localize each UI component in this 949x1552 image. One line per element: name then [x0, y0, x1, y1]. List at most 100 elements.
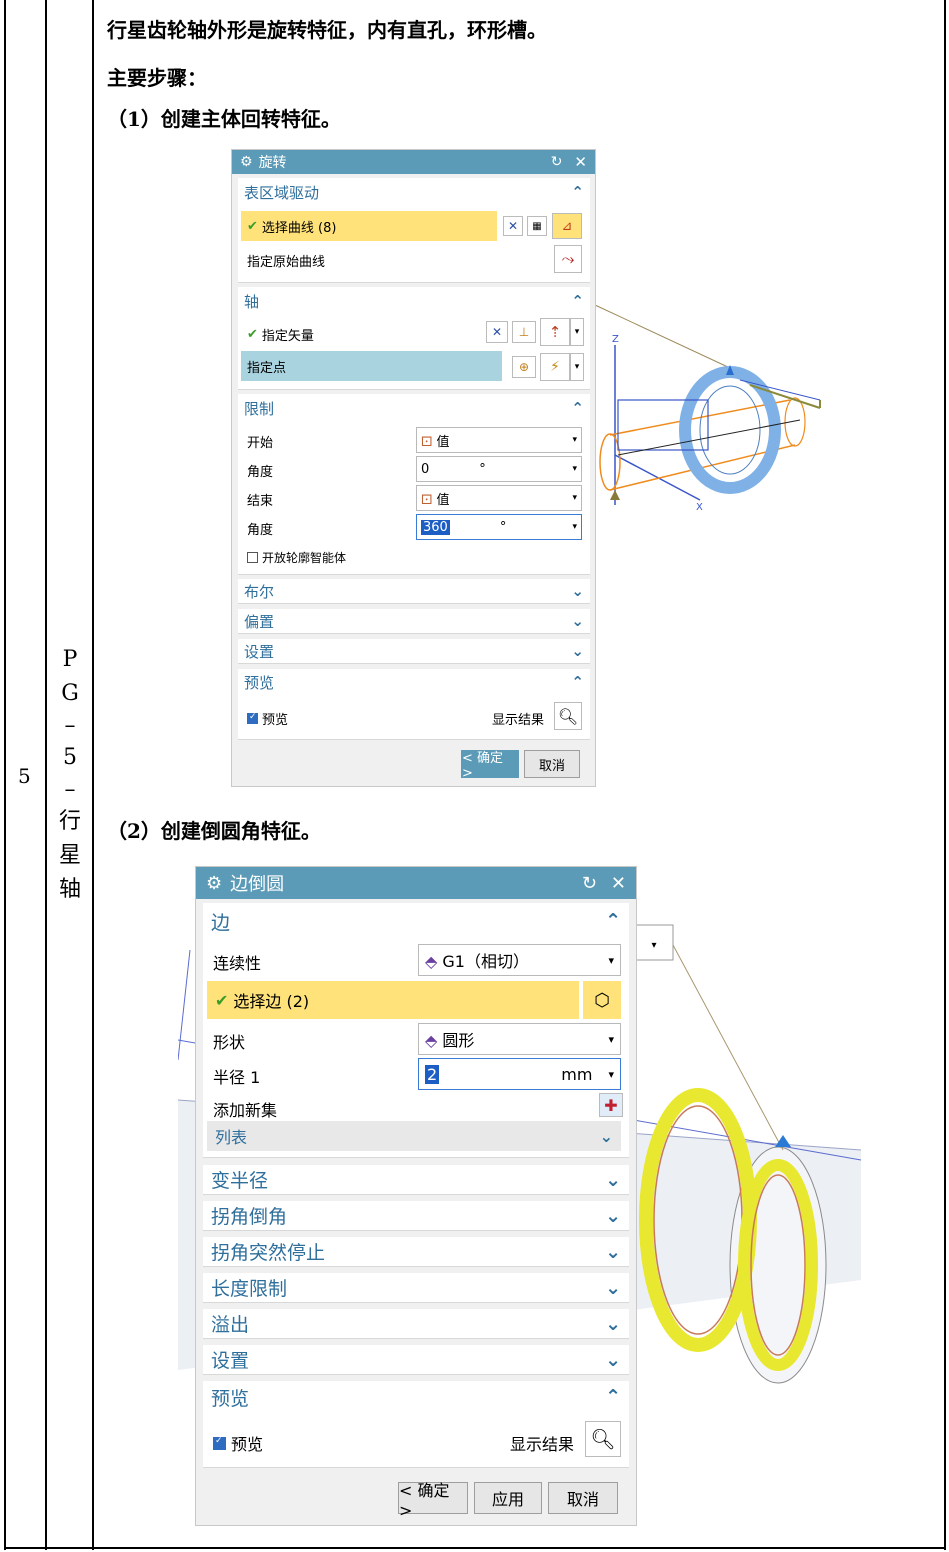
- start-select[interactable]: ⚀ 值 ▾: [416, 427, 582, 453]
- point-dialog-icon[interactable]: ⊕: [512, 356, 536, 378]
- sketch-section-icon[interactable]: ⊿: [552, 213, 582, 239]
- axis-z-label: Z: [612, 334, 619, 345]
- section-limit-panel: 限制 ⌃ 开始 ⚀ 值 ▾ 角度 0 ° ▾ 结束 ⚀ 值 ▾ 角度 360 °…: [238, 394, 590, 575]
- point-type-icon[interactable]: ⚡: [540, 353, 570, 381]
- section-title: 变半径: [211, 1170, 269, 1192]
- reset-icon[interactable]: ↻: [582, 873, 597, 894]
- angle2-input[interactable]: 360 ° ▾: [416, 514, 582, 540]
- start-value: 值: [436, 434, 450, 450]
- cancel-button[interactable]: 取消: [524, 750, 580, 778]
- check-icon: ✔: [247, 327, 258, 342]
- preview-checkbox-row[interactable]: 预览: [247, 709, 288, 728]
- limit-value-icon: ⚀: [421, 434, 433, 450]
- section-preview-header[interactable]: 预览 ⌃: [203, 1381, 629, 1413]
- curve-rule-icon[interactable]: ✕: [503, 216, 523, 236]
- open-profile-label: 开放轮廓智能体: [262, 551, 347, 565]
- chevron-down-icon[interactable]: ▾: [570, 353, 584, 381]
- section-offset-header[interactable]: 偏置 ⌄: [238, 609, 590, 634]
- revolve-dialog: ⚙ 旋转 ↻ ✕ 表区域驱动 ⌃ ✔ 选择曲线 (8) ✕ ▦ ⊿ 指定原始曲线…: [231, 149, 596, 787]
- revolve-dialog-titlebar: ⚙ 旋转 ↻ ✕: [232, 150, 595, 174]
- ok-button[interactable]: < 确定 >: [461, 750, 519, 781]
- section-axis-header[interactable]: 轴 ⌃: [238, 287, 590, 315]
- section-title: 拐角倒角: [211, 1206, 288, 1228]
- preview-checkbox[interactable]: [247, 712, 258, 724]
- continuity-select[interactable]: ⬘ G1（相切） ▾: [418, 944, 621, 976]
- magnifier-icon[interactable]: 🔍︎: [585, 1421, 621, 1457]
- axis-x-label: X: [696, 502, 703, 513]
- section-overflow-header[interactable]: 溢出 ⌄: [203, 1309, 629, 1339]
- chevron-up-icon: ⌃: [605, 910, 621, 932]
- section-length-limit-header[interactable]: 长度限制 ⌄: [203, 1273, 629, 1303]
- dialog-title: 边倒圆: [230, 874, 285, 895]
- open-profile-checkbox-row[interactable]: 开放轮廓智能体: [247, 549, 346, 566]
- cancel-button[interactable]: 取消: [548, 1482, 618, 1514]
- list-header[interactable]: 列表 ⌄: [207, 1121, 621, 1151]
- orig-curve-icon[interactable]: ⤳: [554, 245, 582, 273]
- section-limit-header[interactable]: 限制 ⌃: [238, 394, 590, 422]
- chevron-down-icon: ▾: [608, 1067, 614, 1081]
- chevron-down-icon: ⌄: [605, 1240, 621, 1263]
- apply-button[interactable]: 应用: [474, 1482, 542, 1514]
- section-region-panel: 表区域驱动 ⌃ ✔ 选择曲线 (8) ✕ ▦ ⊿ 指定原始曲线 ⤳: [238, 178, 590, 283]
- reverse-direction-icon[interactable]: ✕: [486, 321, 508, 343]
- part-code-char: 星: [58, 843, 81, 868]
- part-code-char: –: [64, 777, 76, 802]
- end-select[interactable]: ⚀ 值 ▾: [416, 485, 582, 511]
- vector-type-icon[interactable]: ⇡: [540, 318, 570, 346]
- magnifier-icon[interactable]: 🔍︎: [554, 702, 582, 730]
- angle2-value: 360: [421, 519, 450, 535]
- section-title: 长度限制: [211, 1278, 288, 1300]
- section-region-header[interactable]: 表区域驱动 ⌃: [238, 178, 590, 206]
- reset-icon[interactable]: ↻: [551, 154, 563, 170]
- close-icon[interactable]: ✕: [611, 873, 626, 894]
- select-curve-row[interactable]: ✔ 选择曲线 (8): [241, 211, 497, 241]
- chevron-down-icon[interactable]: ▾: [570, 318, 584, 346]
- radius-input[interactable]: 2 mm ▾: [418, 1058, 621, 1090]
- part-code-char: 轴: [58, 877, 81, 902]
- chevron-down-icon: ⌄: [605, 1204, 621, 1227]
- show-result-label: 显示结果: [492, 713, 545, 728]
- svg-text:▾: ▾: [651, 940, 656, 951]
- section-bool-header[interactable]: 布尔 ⌄: [238, 579, 590, 604]
- chevron-up-icon: ⌃: [571, 673, 584, 691]
- radius-value: 2: [425, 1064, 440, 1084]
- vector-dialog-icon[interactable]: ⊥: [512, 321, 536, 343]
- close-icon[interactable]: ✕: [574, 153, 587, 171]
- chevron-down-icon: ⌄: [571, 642, 584, 660]
- select-edge-row[interactable]: ✔ 选择边 (2): [207, 981, 579, 1019]
- section-edge-header[interactable]: 边 ⌃: [203, 903, 629, 939]
- open-profile-checkbox[interactable]: [247, 552, 258, 563]
- section-title: 表区域驱动: [244, 183, 320, 202]
- table-left-border: [4, 0, 6, 1550]
- section-settings-header[interactable]: 设置 ⌄: [238, 639, 590, 664]
- specify-point-row[interactable]: 指定点: [241, 351, 502, 381]
- section-settings-header[interactable]: 设置 ⌄: [203, 1345, 629, 1375]
- chevron-up-icon: ⌃: [571, 292, 584, 310]
- end-label: 结束: [247, 494, 274, 509]
- curve-filter-icon[interactable]: ▦: [527, 216, 547, 236]
- preview-label: 预览: [231, 1435, 264, 1454]
- table-col2-border: [92, 0, 94, 1550]
- preview-checkbox[interactable]: [213, 1436, 226, 1450]
- step2-heading: （2）创建倒圆角特征。: [107, 819, 321, 843]
- specify-vector-row[interactable]: ✔ 指定矢量: [247, 325, 314, 344]
- specify-vector-label: 指定矢量: [261, 329, 314, 344]
- angle1-label: 角度: [247, 465, 274, 480]
- add-set-icon[interactable]: ✚: [599, 1093, 623, 1117]
- section-title: 预览: [244, 673, 275, 692]
- chevron-down-icon: ⌄: [605, 1276, 621, 1299]
- section-corner-stop-header[interactable]: 拐角突然停止 ⌄: [203, 1237, 629, 1267]
- angle1-input[interactable]: 0 ° ▾: [416, 456, 582, 482]
- section-corner-chamfer-header[interactable]: 拐角倒角 ⌄: [203, 1201, 629, 1231]
- section-var-radius-header[interactable]: 变半径 ⌄: [203, 1165, 629, 1195]
- cube-icon[interactable]: ⬡: [583, 981, 621, 1019]
- chevron-down-icon: ⌄: [599, 1126, 613, 1146]
- select-edge-label: 选择边 (2): [233, 992, 310, 1011]
- chevron-down-icon: ⌄: [605, 1312, 621, 1335]
- preview-checkbox-row[interactable]: 预览: [213, 1431, 263, 1455]
- ok-button[interactable]: < 确定 >: [398, 1481, 468, 1520]
- section-preview-header[interactable]: 预览 ⌃: [238, 669, 590, 695]
- shape-select[interactable]: ⬘ 圆形 ▾: [418, 1023, 621, 1055]
- chevron-down-icon: ⌄: [571, 582, 584, 600]
- section-preview-panel: 预览 ⌃ 预览 显示结果 🔍︎: [203, 1381, 629, 1468]
